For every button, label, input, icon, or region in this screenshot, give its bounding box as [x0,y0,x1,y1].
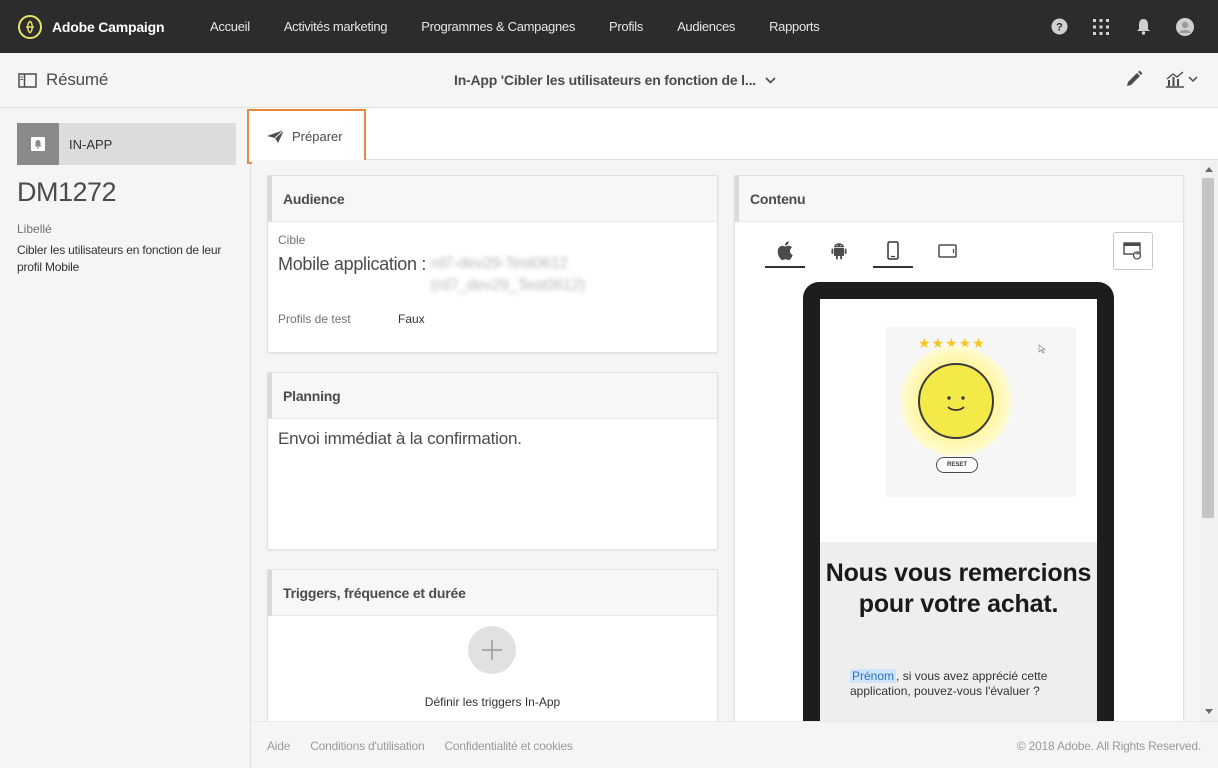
prenom-personalization-field[interactable]: Prénom [850,669,897,683]
page-title-text: In-App 'Cibler les utilisateurs en fonct… [454,72,756,88]
content-card-title: Contenu [735,176,1183,222]
tab-tablet[interactable] [927,234,967,268]
nav-programmes-campagnes[interactable]: Programmes & Campagnes [421,19,575,34]
chart-reports-icon [1166,71,1184,88]
footer-link-aide[interactable]: Aide [267,739,290,753]
title-bar: Résumé In-App 'Cibler les utilisateurs e… [0,53,1218,108]
delivery-id: DM1272 [17,177,117,207]
audience-card[interactable]: Audience Cible Mobile application : rd7-… [267,175,718,353]
test-profiles-label: Profils de test [278,312,351,326]
audience-card-title: Audience [268,176,717,222]
cible-app-name: rd7-dev29-Test0612 (rd7_dev29_Test0612) [430,255,585,294]
panel-toggle-icon [18,72,37,88]
user-avatar-icon[interactable] [1176,17,1194,36]
top-icons: ? [1050,0,1194,53]
thanks-message-block: Nous vous remercions pour votre achat. P… [820,542,1097,721]
footer-links: Aide Conditions d'utilisation Confidenti… [267,739,573,753]
apps-grid-icon[interactable] [1092,18,1110,36]
scroll-thumb[interactable] [1202,178,1214,518]
send-plane-icon [267,130,284,143]
tab-android[interactable] [819,234,859,268]
preview-toggle-button[interactable] [1113,232,1153,270]
nav-rapports[interactable]: Rapports [769,19,820,34]
summary-panel: IN-APP DM1272 Libellé Cibler les utilisa… [0,108,251,768]
rating-hero-image: ★★★★★ RESET [886,327,1076,497]
smiley-face-icon [918,363,994,439]
edit-pencil-icon[interactable] [1125,70,1143,88]
phone-preview-frame: ★★★★★ RESET Nous vous remercions pour vo… [803,282,1114,721]
scroll-down-arrow-icon[interactable] [1205,709,1213,714]
cible-value: Mobile application : rd7-dev29-Test0612 … [278,253,585,297]
title-actions [1125,70,1198,88]
prepare-button[interactable]: Préparer [247,109,366,164]
footer-link-confidentialite[interactable]: Confidentialité et cookies [444,739,572,753]
content-scrollbar[interactable] [1200,160,1218,721]
plus-icon [482,640,502,660]
phone-icon [887,240,899,260]
in-app-bell-icon [17,123,59,165]
main-content: Audience Cible Mobile application : rd7-… [252,160,1200,721]
reset-button[interactable]: RESET [936,457,978,473]
action-toolbar: Préparer [247,108,1218,164]
footer-link-conditions[interactable]: Conditions d'utilisation [310,739,424,753]
nav-profils[interactable]: Profils [609,19,643,34]
scroll-up-arrow-icon[interactable] [1205,167,1213,172]
device-tabs [765,234,981,268]
nav-activites-marketing[interactable]: Activités marketing [284,19,388,34]
bell-icon[interactable] [1134,18,1152,36]
planning-text: Envoi immédiat à la confirmation. [278,429,522,448]
thanks-title: Nous vous remercions pour votre achat. [825,559,1092,618]
preview-refresh-icon [1123,242,1142,260]
svg-text:?: ? [1056,22,1063,34]
content-card[interactable]: Contenu ★★★★★ RESET Nous vous remercions… [734,175,1184,721]
nav-audiences[interactable]: Audiences [677,19,735,34]
add-trigger-button[interactable] [468,626,516,674]
adobe-campaign-logo-icon [18,14,42,39]
summary-toggle-button[interactable]: Résumé [18,70,108,90]
channel-label: IN-APP [69,136,113,152]
planning-card-title: Planning [268,373,717,419]
page-title[interactable]: In-App 'Cibler les utilisateurs en fonct… [454,72,776,88]
cible-prefix: Mobile application : [278,254,427,274]
chevron-down-icon [765,76,776,84]
footer: Aide Conditions d'utilisation Confidenti… [252,721,1218,768]
thanks-body: Prénom, si vous avez apprécié cette appl… [850,669,1080,699]
tab-phone[interactable] [873,234,913,268]
top-navigation-bar: Adobe Campaign Accueil Activités marketi… [0,0,1218,53]
libelle-label: Libellé [17,222,52,236]
define-triggers-label: Définir les triggers In-App [424,695,561,709]
libelle-value: Cibler les utilisateurs en fonction de l… [17,243,222,274]
apple-icon [777,240,793,260]
android-icon [831,243,847,260]
channel-badge: IN-APP [17,123,236,165]
triggers-card[interactable]: Triggers, fréquence et durée Définir les… [267,569,718,721]
cursor-icon [1038,344,1046,354]
tablet-icon [937,244,957,258]
phone-preview-screen: ★★★★★ RESET Nous vous remercions pour vo… [820,299,1097,721]
chevron-down-icon [1188,75,1198,82]
help-icon[interactable]: ? [1050,18,1068,36]
reports-menu-button[interactable] [1165,70,1198,88]
summary-label: Résumé [46,70,109,89]
cible-label: Cible [278,233,306,247]
main-nav: Accueil Activités marketing Programmes &… [210,19,853,34]
nav-accueil[interactable]: Accueil [210,19,250,34]
planning-card[interactable]: Planning Envoi immédiat à la confirmatio… [267,372,718,550]
tab-ios[interactable] [765,234,805,268]
app-name: Adobe Campaign [52,18,165,35]
brand[interactable]: Adobe Campaign [18,14,210,39]
footer-copyright: © 2018 Adobe. All Rights Reserved. [1016,739,1201,753]
test-profiles-value: Faux [398,312,425,326]
prepare-label: Préparer [292,129,343,144]
triggers-card-title: Triggers, fréquence et durée [268,570,717,616]
